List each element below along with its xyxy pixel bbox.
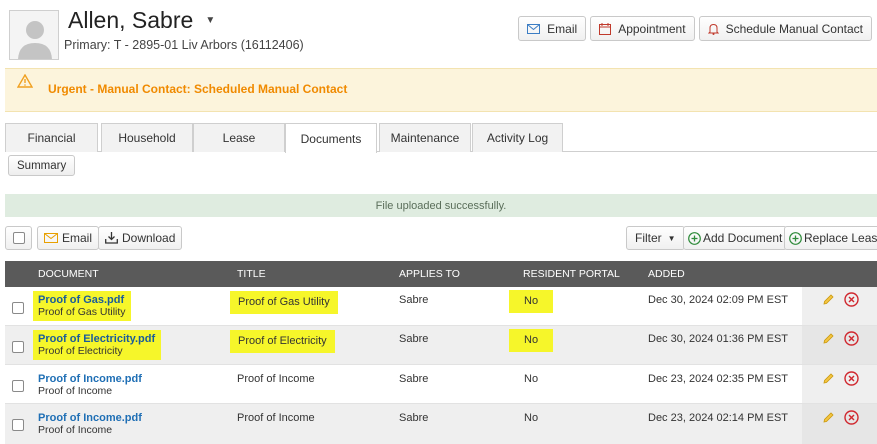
added-cell: Dec 30, 2024 02:09 PM EST (648, 294, 789, 306)
document-link[interactable]: Proof of Electricity.pdf (38, 333, 155, 345)
document-cell: Proof of Income.pdf Proof of Income (38, 412, 142, 436)
summary-button[interactable]: Summary (8, 155, 76, 176)
tab-bar: Financial Household Lease Documents Main… (5, 123, 877, 153)
mail-icon (527, 23, 541, 34)
download-icon (105, 232, 118, 244)
resident-portal-cell: No (524, 412, 539, 424)
tab-documents[interactable]: Documents (285, 123, 377, 153)
column-resident-portal[interactable]: RESIDENT PORTAL (523, 268, 620, 280)
tab-financial[interactable]: Financial (5, 123, 98, 152)
table-row: Proof of Gas.pdf Proof of Gas Utility Pr… (5, 287, 877, 326)
tab-lease[interactable]: Lease (193, 123, 285, 152)
title-cell: Proof of Income (237, 373, 315, 385)
document-cell: Proof of Income.pdf Proof of Income (38, 373, 142, 397)
delete-icon[interactable] (844, 371, 859, 389)
pencil-icon[interactable] (822, 372, 835, 388)
download-label: Download (122, 231, 176, 245)
document-cell: Proof of Gas.pdf Proof of Gas Utility (33, 291, 131, 321)
plus-circle-icon (688, 231, 701, 245)
column-title[interactable]: TITLE (237, 268, 266, 280)
download-button[interactable]: Download (98, 226, 183, 250)
email-button-label: Email (547, 21, 578, 36)
filter-label: Filter (635, 231, 662, 245)
replace-lease-button[interactable]: Replace Lease (784, 226, 877, 250)
document-description: Proof of Gas Utility (38, 306, 126, 318)
appointment-button-label: Appointment (618, 21, 686, 36)
chevron-down-icon[interactable]: ▼ (205, 15, 215, 26)
document-link[interactable]: Proof of Gas.pdf (38, 294, 126, 306)
chevron-down-icon: ▼ (667, 233, 676, 243)
plus-circle-icon (789, 231, 802, 245)
add-document-label: Add Document (703, 231, 783, 245)
calendar-icon (599, 22, 612, 35)
document-link[interactable]: Proof of Income.pdf (38, 412, 142, 424)
bell-icon (707, 23, 719, 35)
replace-lease-label: Replace Lease (804, 231, 877, 245)
pencil-icon[interactable] (822, 293, 835, 309)
add-document-button[interactable]: Add Document (683, 226, 788, 250)
row-actions (802, 365, 877, 403)
table-row: Proof of Electricity.pdf Proof of Electr… (5, 326, 877, 365)
row-actions (802, 326, 877, 364)
row-checkbox[interactable] (12, 341, 24, 353)
delete-icon[interactable] (844, 410, 859, 428)
success-message: File uploaded successfully. (5, 194, 877, 217)
delete-icon[interactable] (844, 331, 859, 349)
document-description: Proof of Electricity (38, 345, 123, 357)
bulk-email-button[interactable]: Email (37, 226, 100, 250)
title-cell: Proof of Income (237, 412, 315, 424)
select-all-checkbox-button[interactable] (5, 226, 32, 250)
avatar-icon (18, 21, 52, 59)
delete-icon[interactable] (844, 292, 859, 310)
applies-to-cell: Sabre (399, 412, 429, 424)
select-all-checkbox[interactable] (12, 232, 25, 244)
row-checkbox[interactable] (12, 380, 24, 392)
title-cell: Proof of Electricity (230, 330, 335, 353)
document-description: Proof of Income (38, 424, 113, 436)
pencil-icon[interactable] (822, 332, 835, 348)
applies-to-cell: Sabre (399, 333, 429, 345)
tab-household[interactable]: Household (101, 123, 193, 152)
applies-to-cell: Sabre (399, 294, 429, 306)
document-cell: Proof of Electricity.pdf Proof of Electr… (33, 330, 162, 360)
warning-icon (16, 73, 34, 91)
resident-portal-cell: No (524, 373, 539, 385)
row-actions (802, 404, 877, 444)
email-button[interactable]: Email (518, 16, 587, 41)
added-cell: Dec 23, 2024 02:14 PM EST (648, 412, 789, 424)
schedule-button-label: Schedule Manual Contact (725, 21, 863, 36)
title-cell: Proof of Gas Utility (230, 291, 338, 314)
pencil-icon[interactable] (822, 411, 835, 427)
tab-maintenance[interactable]: Maintenance (379, 123, 471, 152)
schedule-manual-contact-button[interactable]: Schedule Manual Contact (698, 16, 872, 41)
tenant-name-text: Allen, Sabre (68, 7, 194, 33)
row-checkbox[interactable] (12, 302, 24, 314)
tab-activity-log[interactable]: Activity Log (472, 123, 563, 152)
applies-to-cell: Sabre (399, 373, 429, 385)
documents-table-header: DOCUMENT TITLE APPLIES TO RESIDENT PORTA… (5, 261, 877, 287)
document-description: Proof of Income (38, 385, 113, 397)
table-row: Proof of Income.pdf Proof of Income Proo… (5, 404, 877, 444)
added-cell: Dec 30, 2024 01:36 PM EST (648, 333, 789, 345)
tenant-name: Allen, Sabre ▼ (68, 7, 215, 34)
added-cell: Dec 23, 2024 02:35 PM EST (648, 373, 789, 385)
primary-unit: Primary: T - 2895-01 Liv Arbors (1611240… (64, 38, 304, 52)
mail-icon (44, 233, 58, 243)
column-added[interactable]: ADDED (648, 268, 685, 280)
table-row: Proof of Income.pdf Proof of Income Proo… (5, 365, 877, 404)
bulk-email-label: Email (62, 231, 93, 245)
alert-message: Urgent - Manual Contact: Scheduled Manua… (48, 82, 348, 96)
urgent-alert: Urgent - Manual Contact: Scheduled Manua… (5, 68, 877, 112)
resident-portal-cell: No (509, 290, 554, 313)
column-document[interactable]: DOCUMENT (38, 268, 99, 280)
resident-portal-cell: No (509, 329, 554, 352)
row-checkbox[interactable] (12, 419, 24, 431)
row-actions (802, 287, 877, 325)
document-link[interactable]: Proof of Income.pdf (38, 373, 142, 385)
filter-button[interactable]: Filter ▼ (626, 226, 685, 250)
avatar (9, 10, 59, 60)
column-applies-to[interactable]: APPLIES TO (399, 268, 460, 280)
appointment-button[interactable]: Appointment (590, 16, 695, 41)
